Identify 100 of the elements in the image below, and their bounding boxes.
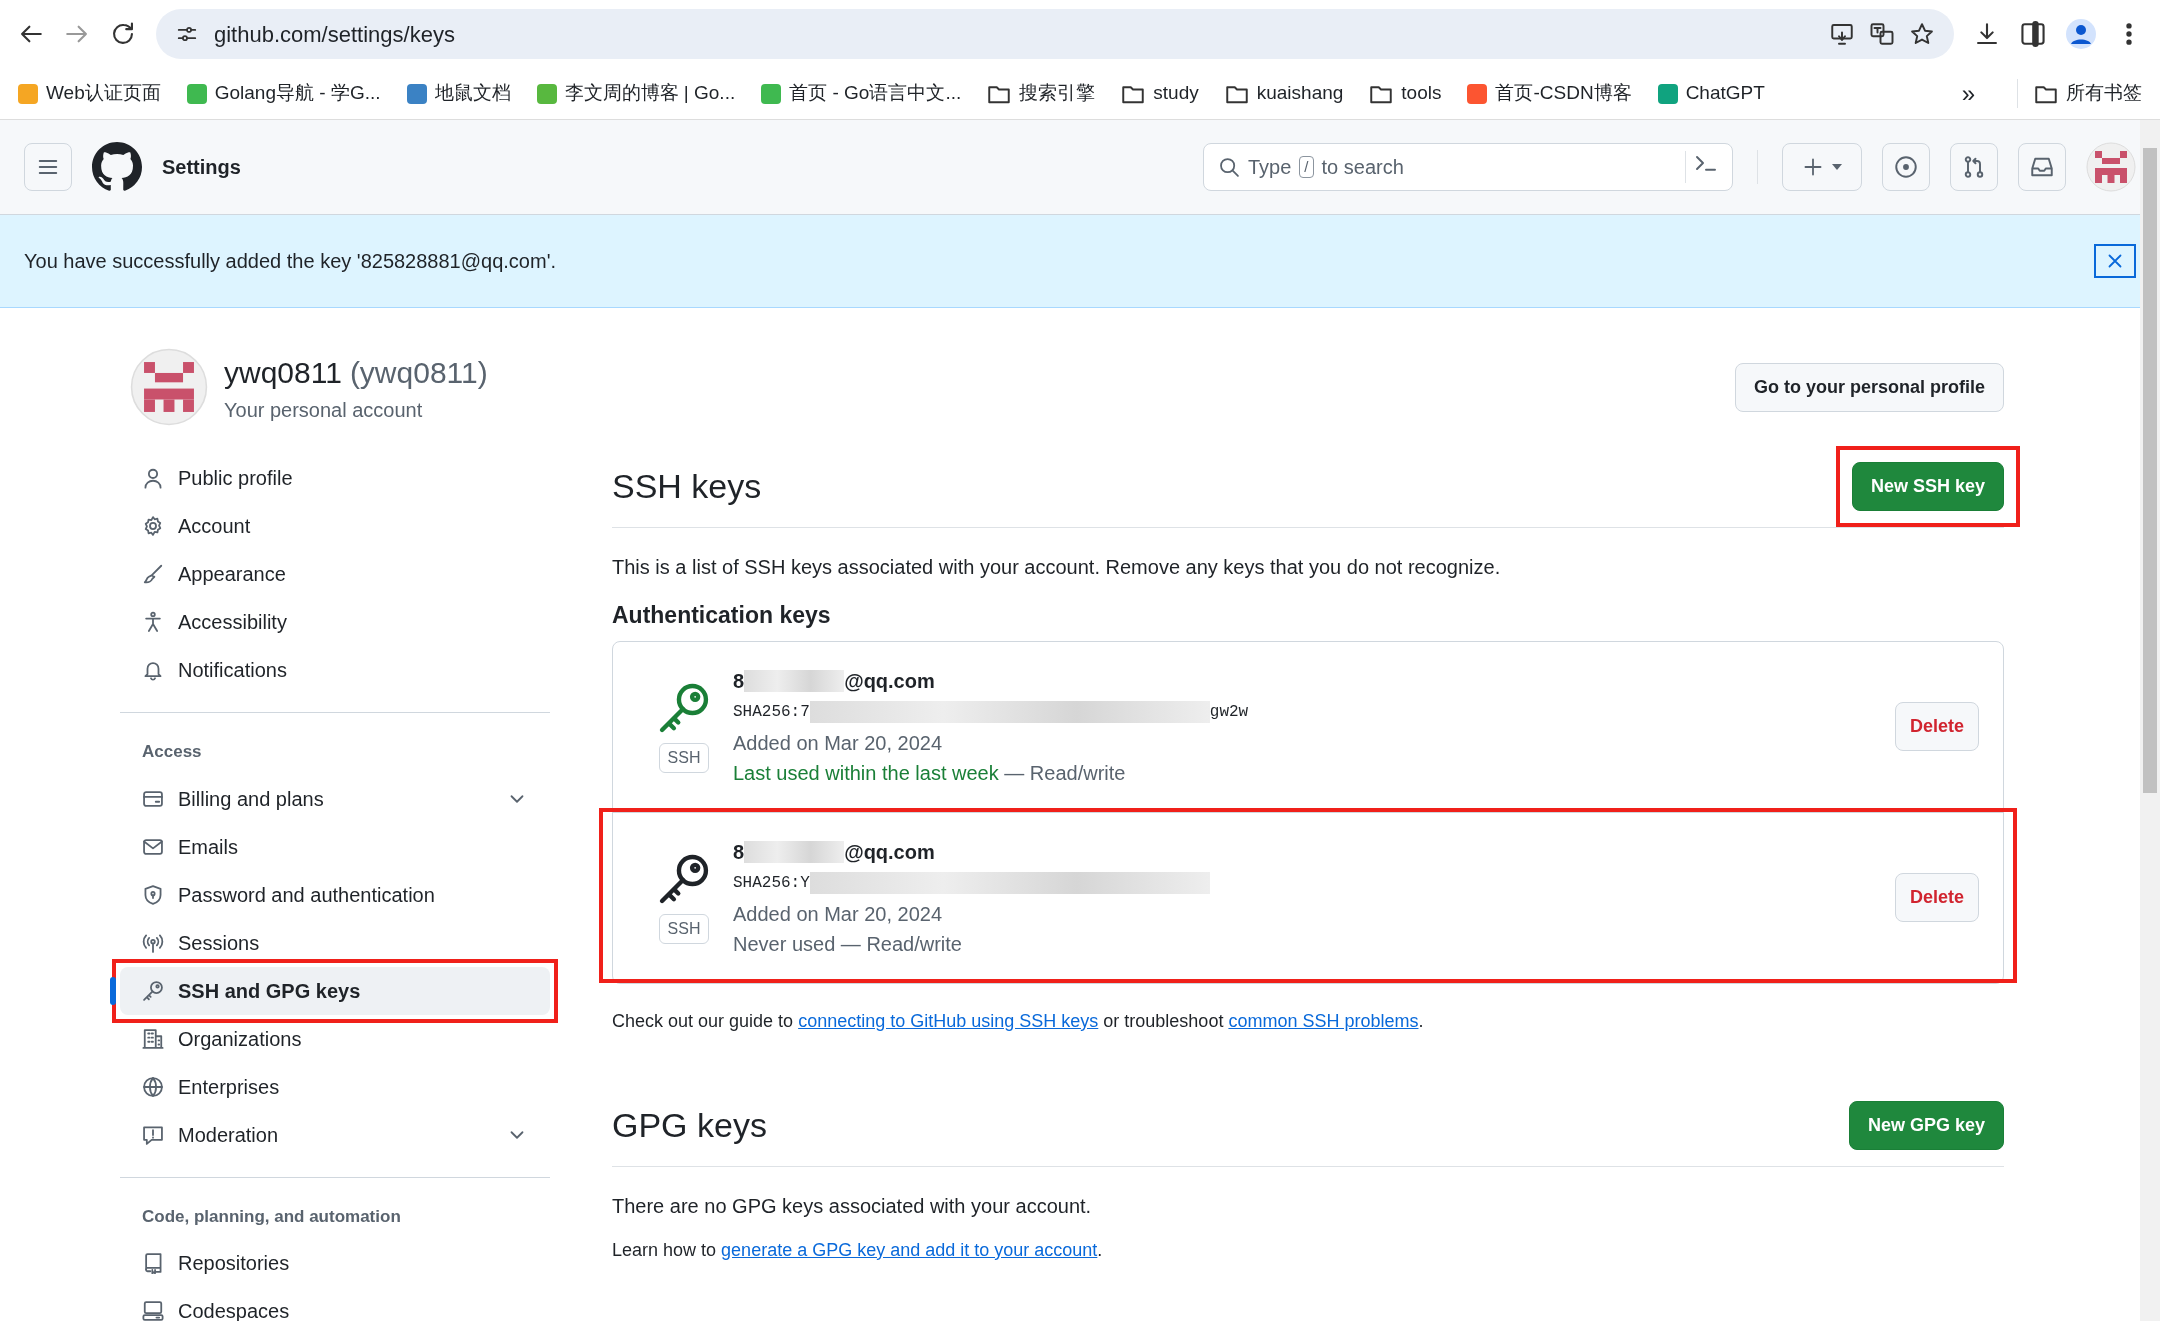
link[interactable]: generate a GPG key and add it to your account [721,1239,1098,1260]
building-icon [142,1027,164,1050]
avatar[interactable] [2086,142,2136,192]
sidebar-item[interactable]: Notifications [120,646,550,694]
bookmark-label[interactable]: Web认证页面 [46,79,161,108]
fingerprint-text: gw2w [1209,701,1249,723]
octocat-logo-icon[interactable] [92,142,142,192]
sidebar-item[interactable]: Organizations [120,1014,550,1063]
fingerprint-text: SHA256:7 [733,701,810,723]
section-title: SSH keys [612,466,763,507]
book-icon [142,1252,164,1274]
sidebar-item[interactable]: Public profile [120,454,550,502]
bookmark-label[interactable]: ChatGPT [1685,79,1765,108]
user-login: (ywq0811) [349,354,488,391]
link[interactable]: connecting to GitHub using SSH keys [798,1010,1099,1031]
sidebar-item[interactable]: Sessions [120,918,550,967]
globe-icon [142,1075,164,1098]
profile-icon[interactable] [2066,19,2096,49]
delete-button[interactable]: Delete [1894,702,1979,751]
create-new-button[interactable] [1782,143,1862,191]
paintbrush-icon [142,563,164,585]
bell-icon [142,659,164,681]
key-type-label: SSH [658,742,710,773]
plus-icon [1802,156,1824,178]
link[interactable]: common SSH problems [1228,1010,1419,1031]
sidebar-item[interactable]: Billing and plans [120,774,550,823]
translate-icon[interactable] [1870,22,1894,46]
inbox-icon [2030,155,2054,179]
key-title: 8 [733,668,745,694]
bookmark-label[interactable]: kuaishang [1256,79,1344,108]
profile-button[interactable]: Go to your personal profile [1734,362,2004,412]
caret-icon [1832,164,1842,170]
sidebar-item[interactable]: Moderation [120,1110,550,1159]
key-title: @qq.com [844,668,935,694]
accessibility-icon [142,611,164,633]
search-field[interactable]: Type / to search [1203,143,1733,191]
bookmark-label[interactable]: 地鼠文档 [434,79,511,108]
reload-icon[interactable] [110,21,136,47]
added-date: Added on Mar 20, 2024 [733,901,944,927]
search-icon [1218,156,1240,178]
star-icon[interactable] [1910,22,1934,46]
key-title: @qq.com [844,839,935,865]
intro-text: This is a list of SSH keys associated with your account. Remove any keys that you do not recognize. [612,555,1502,580]
menu-button[interactable] [24,143,72,191]
sidebar-item[interactable]: Enterprises [120,1062,550,1111]
bookmark-label[interactable]: 首页 - Go语言中文... [789,79,962,108]
bookmark-label[interactable]: Golang导航 - 学G... [214,79,381,108]
bookmark-label[interactable]: 搜索引擎 [1019,79,1096,108]
side-panel-icon[interactable] [2020,21,2046,47]
issues-button[interactable] [1882,143,1930,191]
usage-text: Never used — Read/write [733,931,963,957]
empty-text: There are no GPG keys associated with your account. [612,1193,1093,1219]
address-bar[interactable]: github.com/settings/keys [156,9,1954,59]
bookmark-label[interactable]: 首页-CSDN博客 [1495,79,1632,108]
delete-button[interactable]: Delete [1894,873,1979,922]
added-date: Added on Mar 20, 2024 [733,730,944,756]
all-bookmarks-label[interactable]: 所有书签 [2066,79,2142,108]
search-placeholder: to search [1321,155,1405,180]
learn-text: Learn how to generate a GPG key and add it to your account. [612,1238,1104,1262]
page-title: Settings [162,155,241,180]
subheading: Authentication keys [612,601,832,630]
guide-text: Check out our guide to connecting to GitHub using SSH keys or troubleshoot common SSH problems. [612,1009,1425,1033]
close-button[interactable] [2094,244,2136,278]
flash-message: You have successfully added the key '825828881@qq.com'. [24,249,556,274]
gear-icon [142,515,164,537]
inbox-button[interactable] [2018,143,2066,191]
install-icon[interactable] [1830,22,1854,46]
section-heading: Access [141,741,203,763]
key-icon [142,979,164,1002]
usage-text: Last used within the last week — Read/write [733,760,1127,786]
scrollbar[interactable] [2140,120,2160,1321]
bookmark-label[interactable]: tools [1401,79,1442,108]
pull-request-icon [1962,155,1986,179]
section-title: GPG keys [612,1104,768,1146]
user-name: ywq0811 [224,354,342,391]
download-icon[interactable] [1974,21,2000,47]
account-subtitle: Your personal account [224,397,424,423]
sidebar-item[interactable]: Appearance [120,550,550,598]
new-key-button[interactable]: New SSH key [1851,462,2004,511]
section-heading: Code, planning, and automation [141,1205,402,1228]
search-placeholder: Type [1248,155,1292,180]
more-bookmarks-button[interactable]: » [1961,75,1975,112]
scrollbar-thumb[interactable] [2143,148,2157,793]
key-title: 8 [733,839,745,865]
sidebar-item[interactable]: Repositories [120,1239,550,1287]
pull-request-button[interactable] [1950,143,1998,191]
bookmark-label[interactable]: 李文周的博客 | Go... [564,79,736,108]
issues-icon [1894,155,1918,179]
fingerprint-text: SHA256:Y [733,872,810,894]
person-icon [142,467,164,489]
sidebar-item[interactable]: Accessibility [120,598,550,646]
shield-icon [142,883,164,906]
bookmark-label[interactable]: study [1153,79,1199,108]
key-type-label: SSH [658,913,710,944]
sidebar-item[interactable]: Password and authentication [120,870,550,919]
sidebar-item[interactable]: Emails [120,822,550,871]
selection-indicator [110,976,116,1005]
new-key-button[interactable]: New GPG key [1848,1100,2004,1150]
keyboard-key: / [1299,156,1314,178]
sidebar-item[interactable]: Account [120,502,550,550]
